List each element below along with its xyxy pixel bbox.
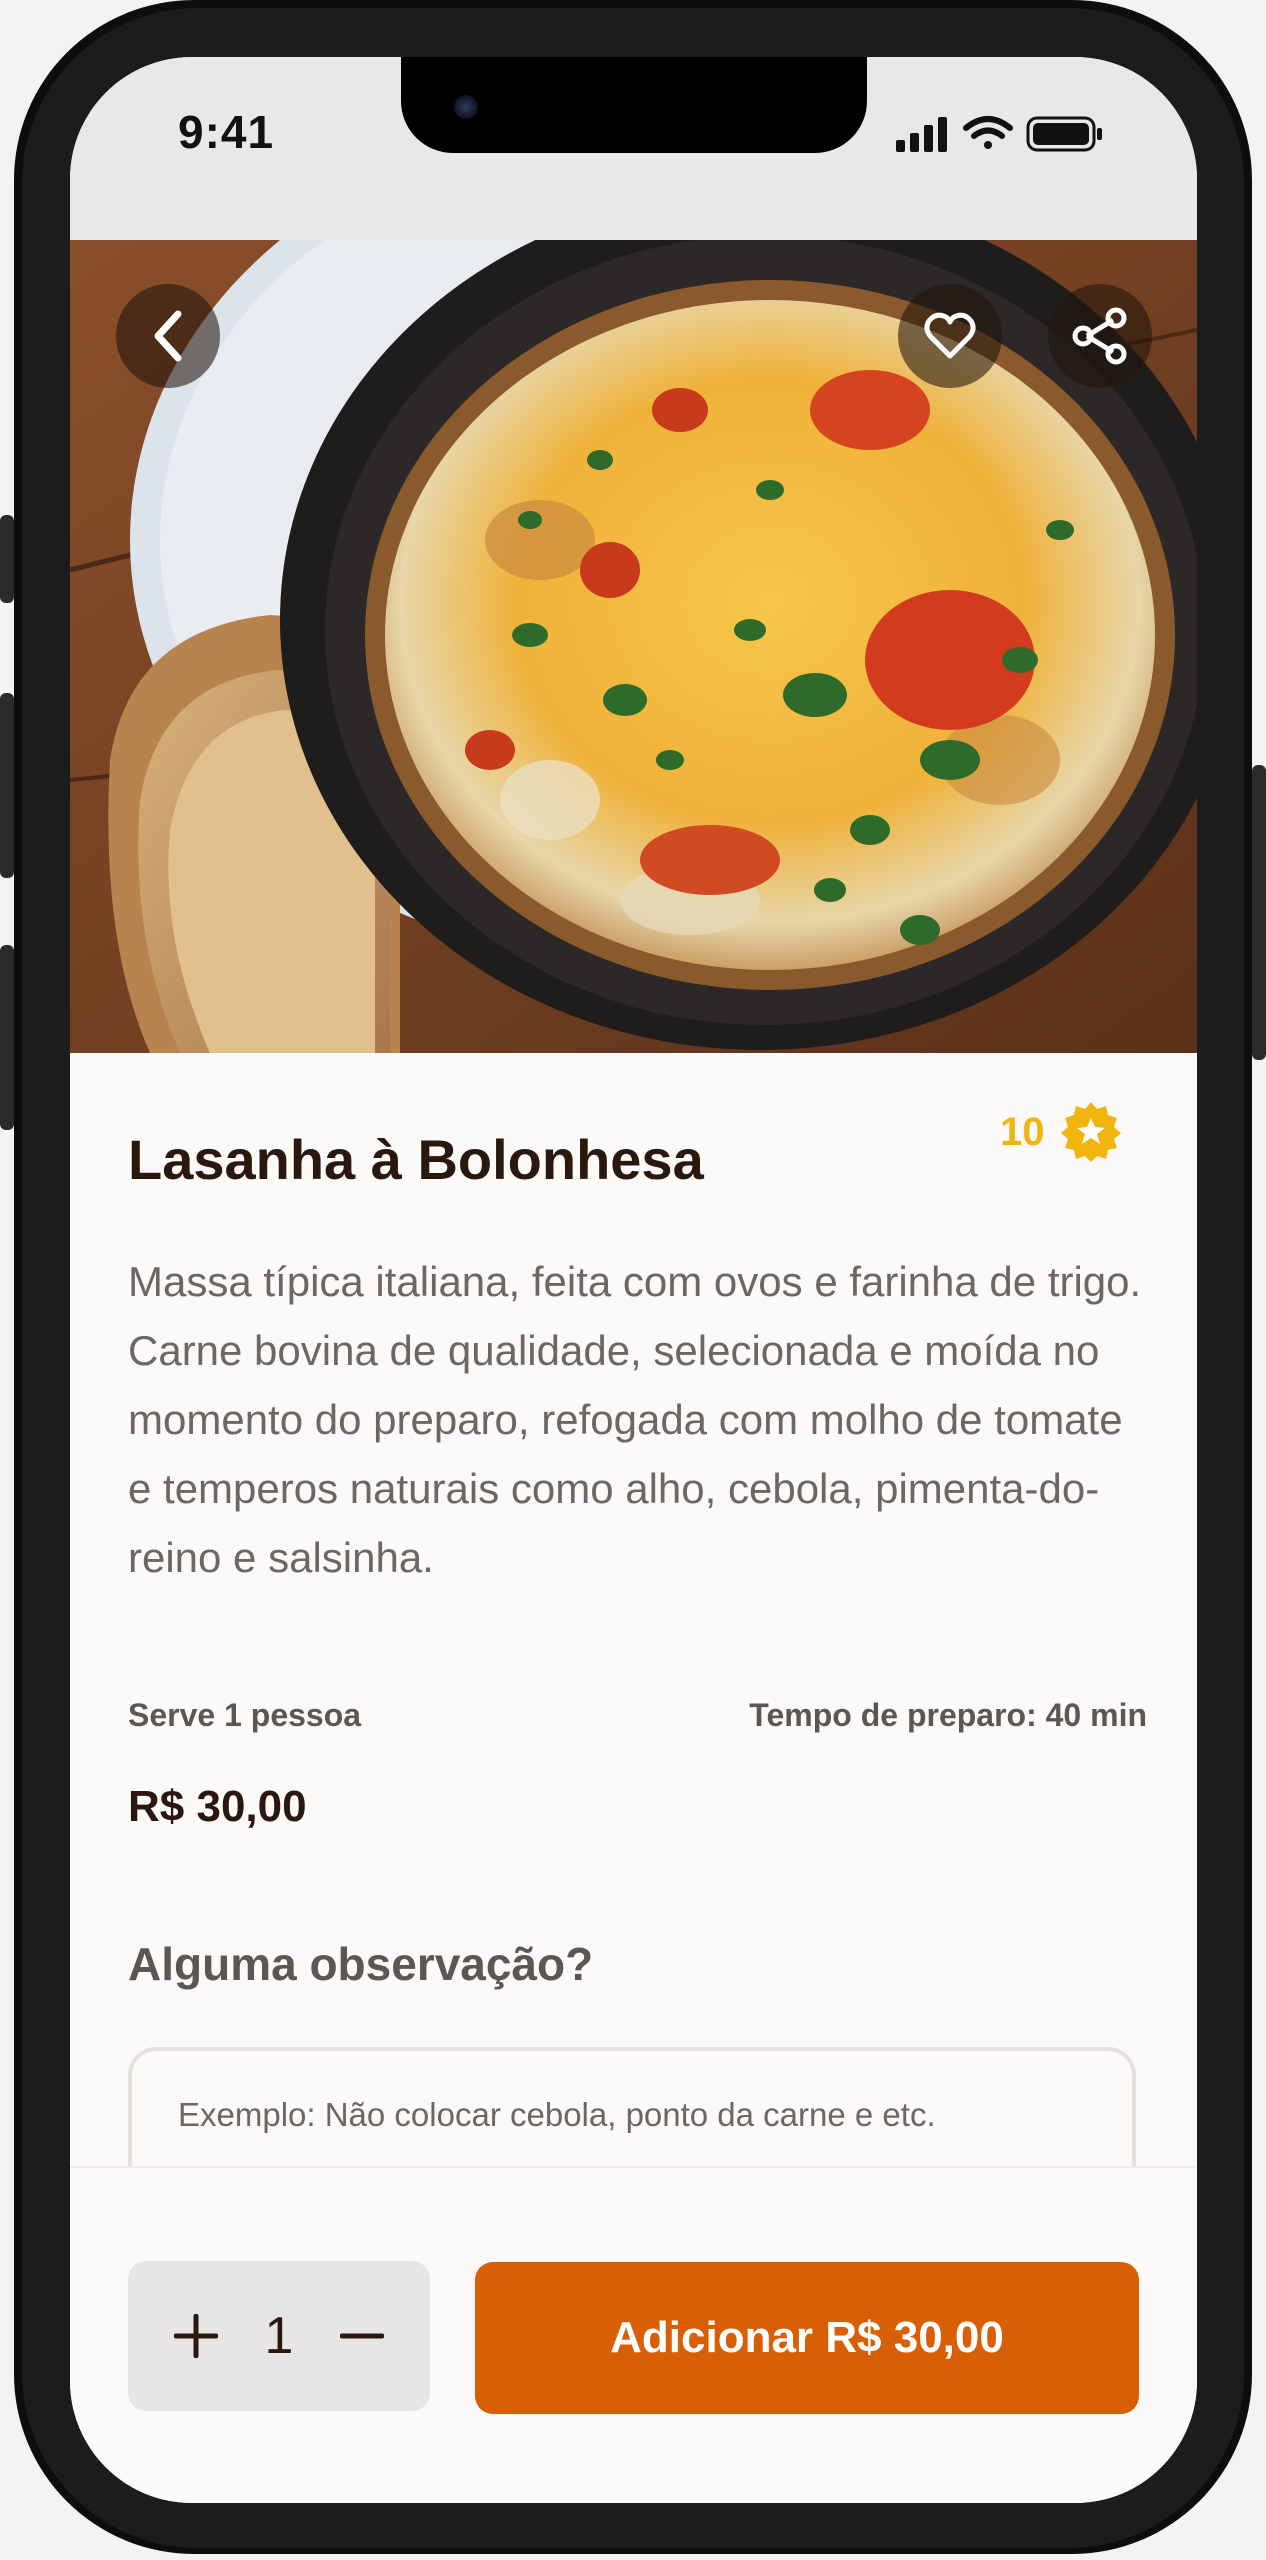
camera-notch <box>401 57 867 153</box>
add-to-cart-button[interactable]: Adicionar R$ 30,00 <box>475 2262 1139 2414</box>
notes-label: Alguma observação? <box>128 1938 594 1990</box>
share-button[interactable] <box>1048 284 1152 388</box>
quantity-stepper: 1 <box>128 2261 430 2411</box>
favorite-button[interactable] <box>898 284 1002 388</box>
power-button <box>1252 765 1266 1060</box>
prep-time-info: Tempo de preparo: 40 min <box>749 1697 1147 1733</box>
back-arrow-icon <box>154 310 182 362</box>
mute-switch <box>0 515 14 603</box>
back-button[interactable] <box>116 284 220 388</box>
product-image <box>70 240 1197 1053</box>
star-badge-icon <box>1060 1102 1121 1162</box>
product-description: Massa típica italiana, feita com ovos e … <box>128 1258 1142 1581</box>
signal-icon <box>896 117 947 152</box>
rating-value: 10 <box>1000 1109 1045 1154</box>
wifi-icon <box>963 116 1013 149</box>
status-time: 9:41 <box>178 106 275 158</box>
app-screen: 9:41 10 Lasanha à Bolonhesa Massa típica… <box>70 57 1197 2503</box>
status-icons <box>896 114 1116 154</box>
serves-info: Serve 1 pessoa <box>128 1697 362 1733</box>
volume-down-button <box>0 945 14 1130</box>
product-title: Lasanha à Bolonhesa <box>128 1128 704 1191</box>
heart-icon <box>924 312 976 359</box>
share-icon <box>1072 307 1127 365</box>
plus-icon[interactable] <box>174 2314 218 2358</box>
battery-icon <box>1026 116 1102 152</box>
rating: 10 <box>1000 1100 1123 1164</box>
notes-input[interactable] <box>176 2095 1120 2135</box>
minus-icon[interactable] <box>339 2314 384 2358</box>
front-camera <box>454 95 478 119</box>
product-price: R$ 30,00 <box>128 1782 307 1831</box>
volume-up-button <box>0 693 14 878</box>
quantity-value: 1 <box>264 2307 294 2365</box>
